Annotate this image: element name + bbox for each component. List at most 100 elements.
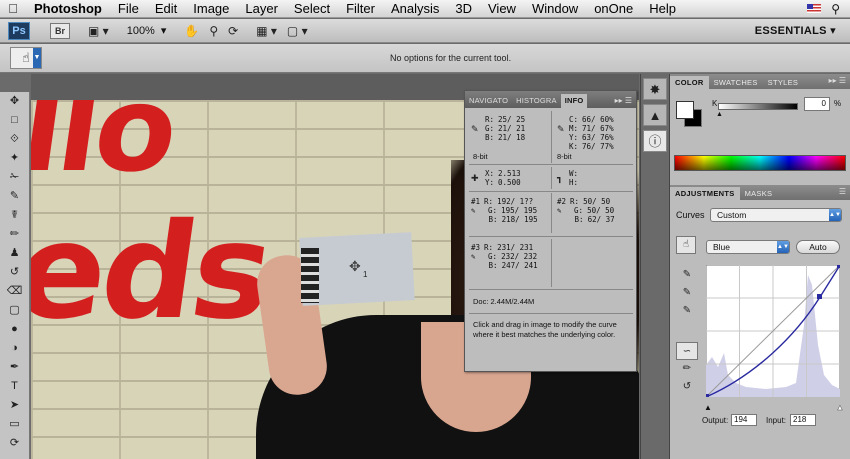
foreground-color-swatch[interactable] xyxy=(676,101,694,119)
info-divider xyxy=(551,167,552,189)
crop-tool-icon[interactable]: ✁ xyxy=(0,168,29,187)
move-tool-icon[interactable]: ✥ xyxy=(0,92,29,111)
rotate-view-icon[interactable]: ⟳ xyxy=(228,24,238,38)
healing-brush-tool-icon[interactable]: ☤ xyxy=(0,206,29,225)
curve-control-point[interactable] xyxy=(817,294,822,299)
zoom-level-dropdown[interactable]: 100% ▾ xyxy=(127,24,167,38)
output-field[interactable]: 194 xyxy=(731,414,757,426)
curve-graph[interactable] xyxy=(706,265,840,397)
k-slider[interactable] xyxy=(718,103,798,110)
pen-tool-icon[interactable]: ✒ xyxy=(0,358,29,377)
color-panel: K ▲ 0 % xyxy=(670,89,850,185)
workspace-switcher[interactable]: ESSENTIALS ▾ xyxy=(755,24,836,37)
tab-info[interactable]: INFO xyxy=(560,94,588,108)
tool-preset-picker[interactable]: ☝ ▼ xyxy=(10,47,42,69)
dodge-tool-icon[interactable]: ◑ xyxy=(0,339,29,358)
on-image-adjust-icon[interactable]: ☝ xyxy=(676,236,696,254)
hand-tool-icon[interactable]: ✋ xyxy=(184,24,199,38)
gradient-tool-icon[interactable]: ▢ xyxy=(0,301,29,320)
spotlight-search-icon[interactable]: ⚲ xyxy=(831,2,840,16)
color-sampler-marker-icon[interactable]: ✥ xyxy=(349,258,361,275)
curve-endpoint-white[interactable] xyxy=(837,265,840,268)
menu-onone[interactable]: onOne xyxy=(586,0,641,18)
panel-menu-icon[interactable]: ▸▸ ☰ xyxy=(829,76,846,85)
quick-select-tool-icon[interactable]: ✦ xyxy=(0,149,29,168)
color-sampler-number: 1 xyxy=(363,270,368,279)
auto-button[interactable]: Auto xyxy=(796,240,840,254)
tab-navigator[interactable]: NAVIGATO xyxy=(465,94,512,108)
type-tool-icon[interactable]: T xyxy=(0,377,29,396)
marquee-tool-icon[interactable]: □ xyxy=(0,111,29,130)
info-panel-icon[interactable]: ⓘ xyxy=(643,130,667,152)
rgb-b-value: 21/ 18 xyxy=(498,133,526,142)
cmyk-c-value: 66/ 60% xyxy=(582,115,614,124)
menu-window[interactable]: Window xyxy=(524,0,586,18)
histogram-panel-icon[interactable]: ▲ xyxy=(643,104,667,126)
screen-layout-icon[interactable]: ▢ ▾ xyxy=(287,24,308,38)
path-selection-tool-icon[interactable]: ➤ xyxy=(0,396,29,415)
tab-swatches[interactable]: SWATCHES xyxy=(709,76,763,89)
pos-x-value: 2.513 xyxy=(498,169,521,178)
black-point-slider-icon[interactable]: ▲ xyxy=(704,403,712,412)
menu-select[interactable]: Select xyxy=(286,0,338,18)
chevron-updown-icon: ▲▼ xyxy=(777,241,789,253)
k-value-field[interactable]: 0 xyxy=(804,97,830,111)
menu-view[interactable]: View xyxy=(480,0,524,18)
shape-tool-icon[interactable]: ▭ xyxy=(0,415,29,434)
eyedropper-icon: ✎ xyxy=(471,206,476,215)
size-readout: W: H: xyxy=(569,169,578,187)
zoom-tool-icon[interactable]: ⚲ xyxy=(209,24,218,38)
output-label: Output: xyxy=(702,416,729,425)
channel-select[interactable]: Blue ▲▼ xyxy=(706,240,790,254)
curves-preset-select[interactable]: Custom ▲▼ xyxy=(710,208,842,222)
s1-g-value: 195/ 195 xyxy=(501,206,538,215)
brush-tool-icon[interactable]: ✏ xyxy=(0,225,29,244)
gray-point-eyedropper-icon[interactable]: ✎ xyxy=(676,284,698,302)
clone-stamp-tool-icon[interactable]: ♟ xyxy=(0,244,29,263)
menu-filter[interactable]: Filter xyxy=(338,0,383,18)
color-spectrum-ramp[interactable] xyxy=(674,155,846,171)
menu-image[interactable]: Image xyxy=(185,0,237,18)
tab-histogram[interactable]: HISTOGRA xyxy=(512,94,561,108)
screen-mode-icon[interactable]: ▣ ▾ xyxy=(88,24,109,38)
blur-tool-icon[interactable]: ● xyxy=(0,320,29,339)
tab-styles[interactable]: STYLES xyxy=(763,76,804,89)
smooth-curve-icon[interactable]: ↺ xyxy=(676,378,698,396)
lasso-tool-icon[interactable]: ⟐ xyxy=(0,130,29,149)
input-field[interactable]: 218 xyxy=(790,414,816,426)
menu-analysis[interactable]: Analysis xyxy=(383,0,447,18)
menu-layer[interactable]: Layer xyxy=(237,0,286,18)
white-point-eyedropper-icon[interactable]: ✎ xyxy=(676,302,698,320)
bridge-button[interactable]: Br xyxy=(50,22,70,39)
3d-rotate-tool-icon[interactable]: ⟳ xyxy=(0,434,29,453)
tab-color[interactable]: COLOR xyxy=(670,76,709,89)
menu-3d[interactable]: 3D xyxy=(447,0,480,18)
arrange-documents-icon[interactable]: ▦ ▾ xyxy=(256,24,277,38)
tab-masks[interactable]: MASKS xyxy=(740,187,778,200)
history-brush-tool-icon[interactable]: ↺ xyxy=(0,263,29,282)
s2-g-value: 50/ 50 xyxy=(587,206,615,215)
3d-panel-icon[interactable]: ✸ xyxy=(643,78,667,100)
k-channel-label: K xyxy=(712,99,718,108)
menu-photoshop[interactable]: Photoshop xyxy=(26,0,110,18)
eraser-tool-icon[interactable]: ⌫ xyxy=(0,282,29,301)
panel-menu-icon[interactable]: ☰ xyxy=(839,187,846,196)
menu-file[interactable]: File xyxy=(110,0,147,18)
menu-help[interactable]: Help xyxy=(641,0,684,18)
pencil-draw-icon[interactable]: ✏ xyxy=(676,360,698,378)
panel-collapse-icon[interactable]: ▸▸ ☰ xyxy=(611,94,636,108)
cmyk-k-value: 76/ 77% xyxy=(582,142,614,151)
apple-icon[interactable]:  xyxy=(0,1,26,16)
menu-edit[interactable]: Edit xyxy=(147,0,185,18)
eyedropper-tool-icon[interactable]: ✎ xyxy=(0,187,29,206)
curve-endpoint-black[interactable] xyxy=(706,394,709,397)
curve-edit-icon[interactable]: ∽ xyxy=(676,342,698,360)
white-point-slider-icon[interactable]: ▲ xyxy=(836,403,844,413)
slider-thumb-icon[interactable]: ▲ xyxy=(716,111,723,118)
sampler-1-label: #1 xyxy=(471,197,481,206)
us-flag-icon[interactable] xyxy=(807,4,822,13)
black-point-eyedropper-icon[interactable]: ✎ xyxy=(676,266,698,284)
info-divider xyxy=(551,111,552,163)
selection-size-icon: ┓ xyxy=(557,173,563,183)
tab-adjustments[interactable]: ADJUSTMENTS xyxy=(670,187,740,200)
